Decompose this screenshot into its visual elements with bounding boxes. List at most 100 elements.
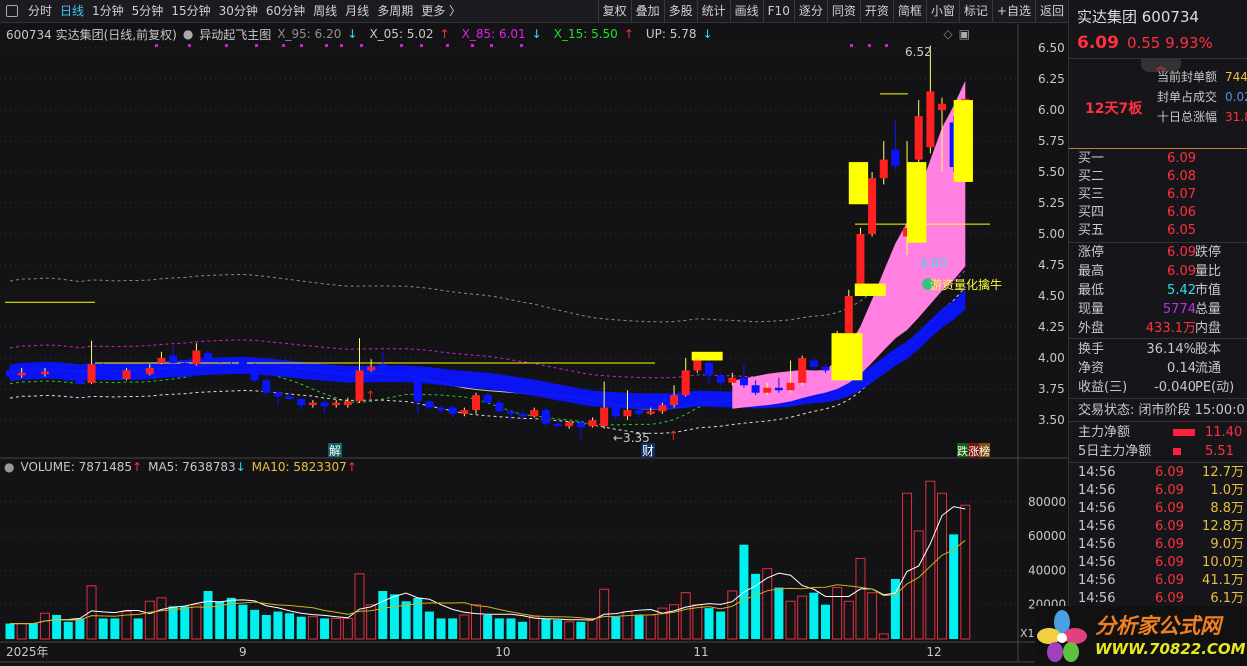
volume-bar	[925, 480, 936, 640]
volume-toggle-icon[interactable]: ●	[4, 460, 14, 474]
volume-bar	[436, 618, 446, 639]
row-label: 最低	[1078, 283, 1105, 298]
candle	[553, 423, 562, 427]
price-pct: 9.93%	[1165, 34, 1213, 52]
quote-row: 买二 6.08	[1069, 168, 1247, 186]
period-tab[interactable]: 60分钟	[262, 0, 309, 22]
signal-dot	[850, 44, 853, 47]
candle	[926, 91, 935, 148]
toolbar-button[interactable]: 叠加	[630, 0, 664, 22]
quote-row: 买五 6.05	[1069, 222, 1247, 240]
quote-row: 买一 6.09	[1069, 150, 1247, 168]
row-label-2: 流通	[1195, 361, 1222, 376]
candle	[716, 375, 725, 383]
toolbar-button[interactable]: 复权	[597, 0, 631, 22]
candle	[145, 367, 154, 375]
period-tab[interactable]: 15分钟	[167, 0, 214, 22]
candle	[52, 371, 61, 376]
signal-label: 游资量化擒牛	[930, 277, 1002, 292]
candle	[169, 355, 178, 363]
toolbar-button[interactable]: +自选	[991, 0, 1035, 22]
row-label: 买四	[1078, 205, 1105, 220]
watermark-logo: 分析家公式网 WWW.70822.COM	[1035, 606, 1247, 666]
toolbar-button[interactable]: 简框	[892, 0, 926, 22]
volume-bar	[506, 618, 516, 639]
volume-bar	[832, 587, 843, 640]
indicator-name[interactable]: 异动起飞主图	[199, 26, 271, 43]
chart-title: 600734 实达集团(日线,前复权)	[6, 27, 177, 42]
month-label: 11	[693, 645, 708, 659]
diamond-icon[interactable]: ◇	[943, 27, 952, 41]
candle	[413, 376, 422, 402]
toolbar-button[interactable]: 标记	[958, 0, 992, 22]
up-arrow-icon: ↑	[439, 27, 450, 41]
low-label: ←3.35	[613, 431, 650, 445]
candle	[355, 370, 364, 402]
seal-value: 744	[1225, 70, 1247, 84]
candle	[273, 392, 282, 397]
logo-name: 分析家公式网	[1095, 614, 1221, 638]
toolbar-button[interactable]: 画线	[729, 0, 763, 22]
toolbar-button[interactable]: F10	[762, 0, 794, 22]
toolbar-button[interactable]: 返回	[1034, 0, 1068, 22]
signal-dot	[400, 44, 403, 47]
tag-rank-label: 涨	[968, 445, 979, 458]
row-value: 433.1万	[1145, 321, 1196, 336]
candle	[914, 116, 923, 160]
toolbar-button[interactable]: 开资	[859, 0, 893, 22]
flow-label: 5日主力净额	[1078, 444, 1152, 459]
toolbar-button[interactable]: 多股	[663, 0, 697, 22]
volume-bar	[716, 611, 726, 639]
tick-row: 14:56 6.09 9.0万	[1069, 536, 1247, 554]
period-tab[interactable]: 月线	[341, 0, 373, 22]
logo-url: WWW.70822.COM	[1095, 640, 1246, 658]
expand-icon[interactable]: ▣	[959, 27, 970, 41]
volume-bar	[762, 568, 773, 640]
panel-toggle-icon[interactable]	[6, 5, 18, 17]
candle	[798, 358, 807, 383]
toolbar-button[interactable]: 同资	[826, 0, 860, 22]
period-tab[interactable]: 1分钟	[88, 0, 128, 22]
toolbar-button[interactable]: 逐分	[793, 0, 827, 22]
period-tab[interactable]: 更多 〉	[417, 0, 465, 22]
quote-panel: 实达集团 600734 6.09 0.55 9.93% ︽ 12天7板 当前封单额…	[1068, 0, 1247, 666]
volume-bar	[553, 620, 563, 639]
lower-band-line	[9, 286, 966, 434]
candle	[390, 370, 399, 373]
volume-bar	[913, 530, 924, 640]
seal-label: 封单占成交	[1157, 90, 1218, 104]
tick-time: 14:56	[1078, 573, 1116, 588]
period-tab[interactable]: 日线	[56, 0, 88, 22]
period-tab[interactable]: 多周期	[373, 0, 417, 22]
signal-box	[953, 100, 973, 182]
x15-value: X_15: 5.50	[553, 27, 618, 41]
candle	[483, 395, 492, 403]
up-arrow-icon: ↑	[132, 460, 143, 474]
row-label: 外盘	[1078, 321, 1105, 336]
volume-bar	[98, 618, 108, 639]
toolbar-button[interactable]: 小窗	[925, 0, 959, 22]
row-label: 买五	[1078, 223, 1105, 238]
trade-status: 交易状态: 闭市阶段 15:00:0	[1078, 403, 1245, 418]
candle	[506, 411, 515, 414]
toolbar-button[interactable]: 统计	[696, 0, 730, 22]
period-tab[interactable]: 分时	[24, 0, 56, 22]
volume-bar	[133, 618, 143, 639]
period-tab[interactable]: 30分钟	[215, 0, 262, 22]
row-value: 5774	[1162, 302, 1196, 317]
row-value: 6.06	[1167, 205, 1196, 220]
tick-row: 14:56 6.09 12.7万	[1069, 464, 1247, 482]
kline-chart[interactable]: 6.50 6.25 6.00 5.75 5.50 5.25 5.00 4.75 4.50 4.25…	[0, 0, 1068, 666]
signal-dot	[225, 44, 228, 47]
buy-arrow-icon: ↑	[365, 389, 376, 404]
period-tab[interactable]: 5分钟	[128, 0, 168, 22]
signal-dot	[325, 44, 328, 47]
candle	[448, 407, 457, 414]
price-tick-label: 4.75	[1038, 258, 1065, 272]
period-tab[interactable]: 周线	[309, 0, 341, 22]
upper-band-line	[9, 203, 966, 323]
volume-bar	[28, 623, 38, 639]
volume-bar	[704, 608, 714, 639]
indicator-toggle-icon[interactable]: ●	[183, 27, 193, 41]
candle	[204, 353, 213, 360]
